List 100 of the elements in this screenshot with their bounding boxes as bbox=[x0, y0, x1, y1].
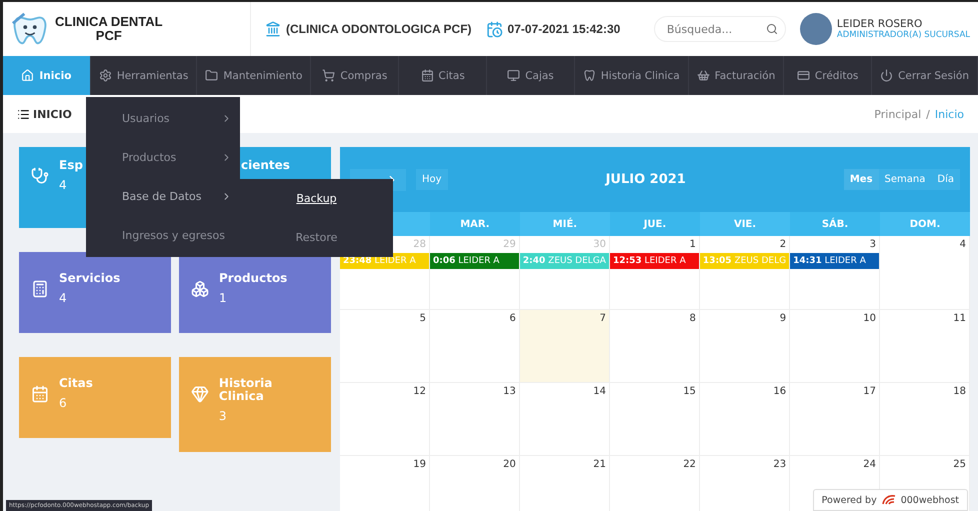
weekday-header: SÁB. bbox=[790, 212, 880, 236]
stethoscope-icon bbox=[31, 167, 49, 185]
day-cell[interactable]: 12 bbox=[340, 383, 430, 456]
day-number: 24 bbox=[862, 458, 878, 472]
day-number: 16 bbox=[772, 385, 788, 399]
menu-item[interactable]: Usuarios bbox=[86, 99, 240, 138]
day-cell[interactable]: 11 bbox=[880, 310, 970, 383]
breadcrumb-current: Inicio bbox=[934, 108, 964, 120]
day-number: 29 bbox=[502, 238, 517, 252]
settings-icon bbox=[98, 69, 112, 82]
weekday-header: JUE. bbox=[610, 212, 700, 236]
card-title: cientes bbox=[241, 159, 290, 172]
card-count: 4 bbox=[59, 178, 68, 192]
day-cell[interactable]: 5 bbox=[340, 310, 430, 383]
day-number: 17 bbox=[862, 385, 878, 399]
tooth-icon bbox=[582, 69, 596, 82]
weekday-header: VIE. bbox=[700, 212, 790, 236]
day-cell[interactable]: 29 0:06 LEIDER A bbox=[430, 236, 520, 310]
calendar-icon bbox=[31, 385, 49, 403]
menu-item[interactable]: Base de Datos bbox=[86, 177, 240, 216]
nav-tab[interactable]: Inicio bbox=[3, 56, 91, 95]
day-cell[interactable]: 2 13:05 ZEUS DELG bbox=[700, 236, 790, 310]
powered-by-text: Powered by bbox=[822, 494, 877, 506]
menu-item[interactable]: Ingresos y egresos bbox=[86, 216, 240, 255]
day-number: 28 bbox=[412, 238, 427, 252]
calendar-clock-icon bbox=[486, 20, 503, 38]
folder-icon bbox=[205, 69, 218, 82]
basket-icon bbox=[696, 69, 710, 82]
card-title: Productos bbox=[219, 272, 288, 285]
today-cell[interactable]: 7 bbox=[520, 310, 610, 383]
calculator-icon bbox=[31, 280, 49, 298]
stat-card[interactable]: Servicios 4 bbox=[19, 252, 171, 333]
event[interactable]: 0:06 LEIDER A bbox=[430, 253, 519, 269]
home-icon bbox=[21, 69, 34, 82]
branch-name: (CLINICA ODONTOLOGICA PCF) bbox=[286, 22, 472, 36]
day-cell[interactable]: 14 bbox=[520, 383, 610, 456]
boxes-icon bbox=[191, 280, 209, 298]
day-number: 19 bbox=[412, 458, 427, 472]
card-count: 3 bbox=[218, 409, 228, 423]
event[interactable]: 14:31 LEIDER A bbox=[790, 253, 880, 269]
day-number: 3 bbox=[868, 238, 878, 252]
day-number: 8 bbox=[688, 312, 697, 326]
day-number: 21 bbox=[592, 458, 607, 472]
submenu-item[interactable]: Backup bbox=[240, 179, 393, 218]
menu-item[interactable]: Productos bbox=[86, 138, 240, 177]
card-icon bbox=[796, 69, 810, 82]
card-title: Esp bbox=[59, 159, 83, 172]
day-number: 22 bbox=[682, 458, 697, 472]
weekday-header: MAR. bbox=[430, 212, 520, 236]
user-name: LEIDER ROSERO bbox=[836, 18, 924, 30]
swirl-logo-icon bbox=[880, 494, 897, 506]
day-cell[interactable]: 3 14:31 LEIDER A bbox=[790, 236, 880, 310]
day-number: 15 bbox=[682, 385, 697, 399]
day-number: 7 bbox=[598, 312, 607, 326]
day-cell[interactable]: 13 bbox=[430, 383, 520, 456]
user-avatar[interactable] bbox=[800, 13, 832, 45]
day-number: 9 bbox=[778, 312, 788, 326]
clinic-name: CLINICA DENTAL PCF bbox=[55, 15, 163, 43]
day-cell[interactable]: 17 bbox=[790, 383, 880, 456]
card-count: 6 bbox=[59, 396, 68, 410]
page-title: INICIO bbox=[33, 108, 72, 120]
powered-by-badge[interactable]: Powered by 000webhost bbox=[812, 489, 968, 511]
search-icon[interactable] bbox=[766, 23, 778, 35]
event[interactable]: 12:53 LEIDER A bbox=[610, 253, 699, 269]
day-cell[interactable]: 6 bbox=[430, 310, 520, 383]
card-title: Citas bbox=[59, 377, 93, 390]
day-cell[interactable]: 8 bbox=[610, 310, 700, 383]
user-role: ADMINISTRADOR(A) SUCURSAL bbox=[836, 30, 970, 40]
calendar-title: JULIO 2021 bbox=[604, 172, 687, 187]
day-number: 12 bbox=[412, 385, 427, 399]
breadcrumb-separator: / bbox=[926, 108, 930, 120]
weekday-header: DOM. bbox=[880, 212, 970, 236]
day-number: 25 bbox=[952, 458, 967, 472]
bank-icon bbox=[265, 21, 281, 37]
day-cell[interactable]: 15 bbox=[610, 383, 700, 456]
cart-icon bbox=[322, 69, 336, 82]
card-count: 4 bbox=[59, 291, 68, 305]
card-title: Historia Clinica bbox=[218, 377, 274, 403]
day-cell[interactable]: 18 bbox=[880, 383, 970, 456]
day-number: 11 bbox=[952, 312, 967, 326]
day-cell[interactable]: 9 bbox=[700, 310, 790, 383]
search-field[interactable]: Búsqueda... bbox=[654, 16, 786, 42]
power-icon bbox=[880, 69, 894, 82]
day-cell[interactable]: 16 bbox=[700, 383, 790, 456]
day-number: 23 bbox=[772, 458, 788, 472]
brand-name: 000webhost bbox=[900, 494, 959, 506]
breadcrumb-link[interactable]: Principal bbox=[874, 108, 922, 120]
day-number: 13 bbox=[502, 385, 517, 399]
day-number: 18 bbox=[952, 385, 967, 399]
list-icon bbox=[17, 108, 30, 120]
day-cell[interactable]: 10 bbox=[790, 310, 880, 383]
date-time: 07-07-2021 15:42:30 bbox=[508, 22, 620, 36]
day-number: 14 bbox=[592, 385, 607, 399]
day-number: 20 bbox=[502, 458, 517, 472]
card-title: Servicios bbox=[59, 272, 120, 285]
day-number: 10 bbox=[862, 312, 878, 326]
day-cell[interactable]: 1 12:53 LEIDER A bbox=[610, 236, 700, 310]
day-cell[interactable]: 4 bbox=[880, 236, 970, 310]
weekday-header: MIÉ. bbox=[520, 212, 610, 236]
monitor-icon bbox=[507, 69, 520, 82]
